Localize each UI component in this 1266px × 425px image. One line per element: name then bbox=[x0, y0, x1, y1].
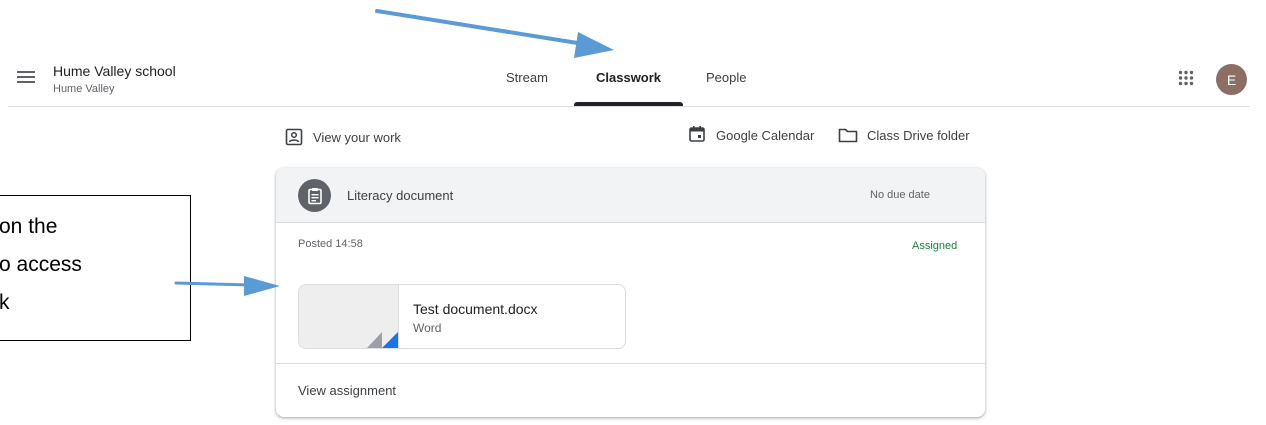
avatar[interactable]: E bbox=[1216, 64, 1247, 95]
arrow-to-attachment bbox=[174, 276, 280, 296]
class-drive-folder-link[interactable]: Class Drive folder bbox=[867, 128, 970, 143]
due-date: No due date bbox=[870, 189, 930, 201]
arrow-to-classwork-tab bbox=[375, 9, 614, 58]
header-divider bbox=[8, 106, 1250, 107]
apps-grid-icon[interactable] bbox=[1178, 70, 1194, 86]
callout-line-3: k bbox=[0, 291, 10, 314]
attachment-name[interactable]: Test document.docx bbox=[413, 301, 538, 317]
class-name[interactable]: Hume Valley school bbox=[53, 63, 176, 79]
assignment-card: Literacy document No due date Posted 14:… bbox=[276, 168, 985, 417]
attachment-type: Word bbox=[413, 321, 442, 335]
menu-icon[interactable] bbox=[16, 68, 36, 86]
callout-text: on the o access k bbox=[0, 208, 82, 322]
posted-time: Posted 14:58 bbox=[298, 238, 363, 250]
tab-people[interactable]: People bbox=[706, 70, 746, 85]
attachment-thumbnail bbox=[299, 285, 399, 348]
google-calendar-link[interactable]: Google Calendar bbox=[716, 128, 814, 143]
status-badge: Assigned bbox=[912, 240, 958, 252]
attachment-card[interactable]: Test document.docx Word bbox=[298, 284, 626, 349]
folder-icon[interactable] bbox=[838, 127, 858, 143]
callout-line-1: on the bbox=[0, 215, 58, 238]
tab-stream[interactable]: Stream bbox=[506, 70, 548, 85]
portrait-icon[interactable] bbox=[285, 128, 303, 146]
class-section: Hume Valley bbox=[53, 83, 115, 95]
card-divider bbox=[276, 363, 985, 364]
assignment-title[interactable]: Literacy document bbox=[347, 188, 453, 203]
annotation-callout: on the o access k bbox=[0, 195, 191, 341]
view-assignment-link[interactable]: View assignment bbox=[298, 383, 396, 398]
tab-classwork[interactable]: Classwork bbox=[596, 70, 661, 85]
assignment-header[interactable]: Literacy document No due date bbox=[276, 168, 985, 223]
word-doc-icon bbox=[367, 332, 398, 348]
avatar-initial: E bbox=[1226, 71, 1237, 88]
callout-line-2: o access bbox=[0, 253, 82, 276]
clipboard-icon bbox=[298, 179, 331, 212]
calendar-icon[interactable] bbox=[688, 125, 706, 143]
view-your-work-link[interactable]: View your work bbox=[313, 130, 401, 145]
